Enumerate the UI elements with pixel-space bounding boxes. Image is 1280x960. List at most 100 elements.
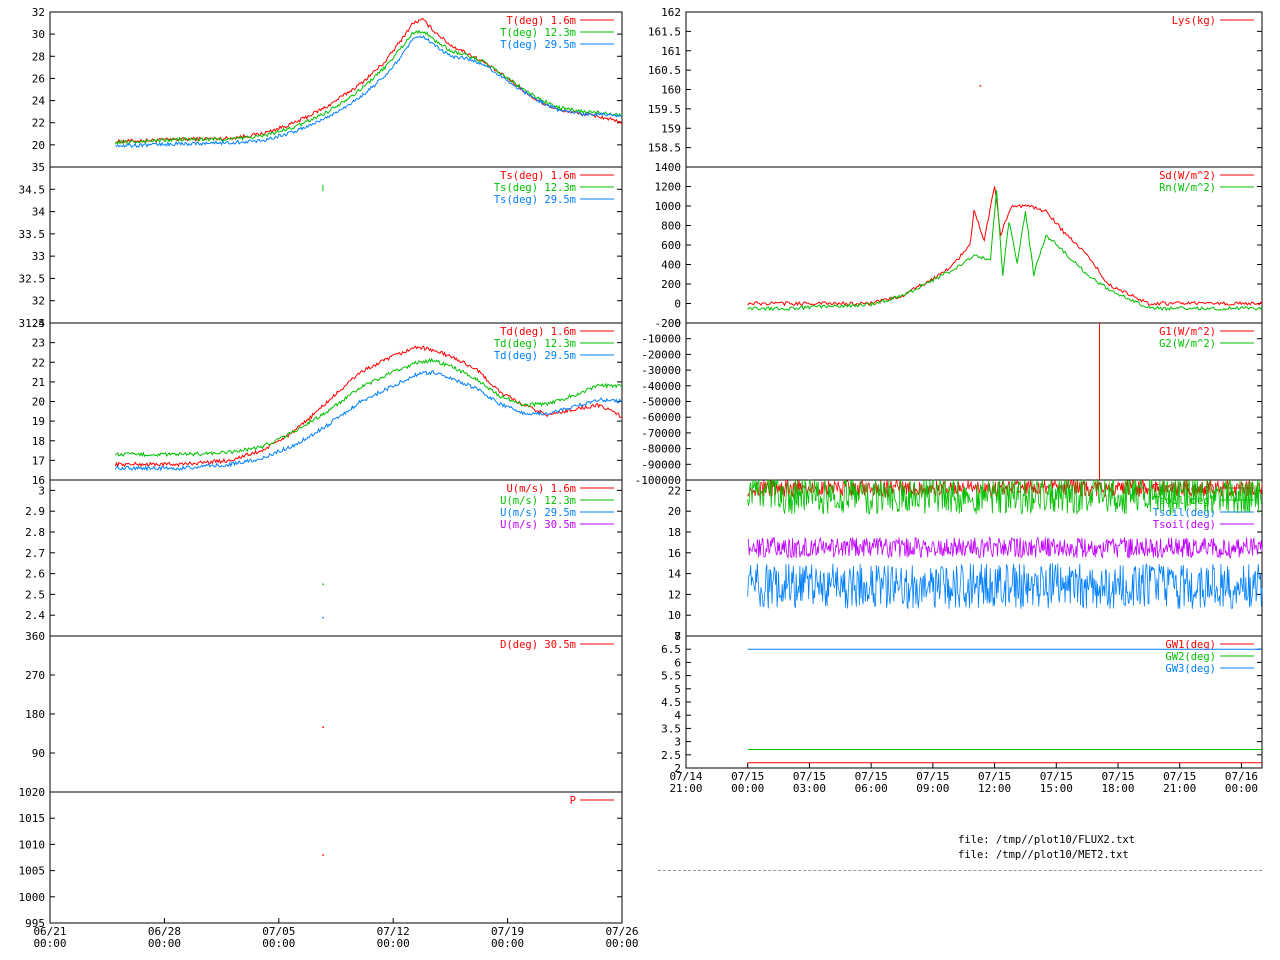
td-legend-label: Td(deg) 12.3m <box>494 338 576 350</box>
p-ytick-label: 1000 <box>19 891 46 904</box>
temp-ytick-label: 20 <box>32 139 45 152</box>
g-ytick-label: -60000 <box>641 411 681 424</box>
tsoil-ytick-label: 22 <box>668 484 681 497</box>
rad-series-0 <box>747 186 1263 307</box>
right-xtick-time: 06:00 <box>855 782 888 795</box>
gw-ytick-label: 6 <box>674 656 681 669</box>
u-legend-label: U(m/s) 1.6m <box>506 483 576 495</box>
dir-point <box>322 726 324 728</box>
temp-ytick-label: 28 <box>32 50 45 63</box>
g-ytick-label: -90000 <box>641 458 681 471</box>
right-xtick-time: 03:00 <box>793 782 826 795</box>
u-legend-label: U(m/s) 12.3m <box>500 495 576 507</box>
u-legend-label: U(m/s) 30.5m <box>500 519 576 531</box>
u-ytick-label: 2.8 <box>25 526 45 539</box>
rad-legend-label: Sd(W/m^2) <box>1159 170 1216 182</box>
u-ytick-label: 3 <box>38 484 45 497</box>
left-xtick-time: 00:00 <box>605 937 638 950</box>
gw-legend-label: GW3(deg) <box>1165 663 1216 675</box>
g-ytick-label: -10000 <box>641 333 681 346</box>
rad-ytick-label: 600 <box>661 239 681 252</box>
gw-ytick-label: 4.5 <box>661 696 681 709</box>
rad-ytick-label: 200 <box>661 278 681 291</box>
multi-panel-plot: 20222426283032T(deg) 1.6mT(deg) 12.3mT(d… <box>19 6 1263 950</box>
right-xtick-time: 12:00 <box>978 782 1011 795</box>
g-ytick-label: -80000 <box>641 443 681 456</box>
g-ytick-label: -30000 <box>641 364 681 377</box>
p-frame <box>49 791 623 924</box>
lys-ytick-label: 159 <box>661 122 681 135</box>
g-ytick-label: -50000 <box>641 396 681 409</box>
lys-point <box>979 85 982 87</box>
tsoil-ytick-label: 12 <box>668 588 681 601</box>
lys-ytick-label: 160.5 <box>648 64 681 77</box>
gw-ytick-label: 3 <box>674 736 681 749</box>
file-label-flux: file: /tmp//plot10/FLUX2.txt <box>958 834 1136 846</box>
u-point <box>322 616 324 619</box>
gw-ytick-label: 3.5 <box>661 722 681 735</box>
rad-ytick-label: 1400 <box>655 161 682 174</box>
p-legend-label: P <box>570 795 576 807</box>
td-ytick-label: 20 <box>32 396 45 409</box>
p-ytick-label: 1005 <box>19 865 46 878</box>
rad-series-1 <box>747 190 1263 312</box>
rad-legend-label: Rn(W/m^2) <box>1159 182 1216 194</box>
td-legend-label: Td(deg) 1.6m <box>500 326 576 338</box>
file-label-met: file: /tmp//plot10/MET2.txt <box>958 849 1129 861</box>
right-xtick-time: 18:00 <box>1101 782 1134 795</box>
td-legend-label: Td(deg) 29.5m <box>494 350 576 362</box>
right-xtick-time: 09:00 <box>916 782 949 795</box>
gw-ytick-label: 6.5 <box>661 643 681 656</box>
lys-ytick-label: 160 <box>661 84 681 97</box>
right-xtick-time: 21:00 <box>1163 782 1196 795</box>
ts-legend-label: Ts(deg) 12.3m <box>494 182 576 194</box>
tsoil-legend-label: Tsoil(deg) <box>1153 507 1216 519</box>
g-ytick-label: 0 <box>674 317 681 330</box>
temp-legend-label: T(deg) 12.3m <box>500 27 576 39</box>
left-xtick-time: 00:00 <box>491 937 524 950</box>
tsoil-ytick-label: 16 <box>668 547 681 560</box>
tsoil-series-2 <box>747 563 1263 610</box>
dir-ytick-label: 90 <box>32 747 45 760</box>
td-ytick-label: 18 <box>32 435 45 448</box>
ts-ytick-label: 32.5 <box>19 272 46 285</box>
td-ytick-label: 23 <box>32 337 45 350</box>
td-series-2 <box>114 369 623 472</box>
u-ytick-label: 2.7 <box>25 547 45 560</box>
p-ytick-label: 1010 <box>19 838 46 851</box>
ts-legend-label: Ts(deg) 1.6m <box>500 170 576 182</box>
temp-ytick-label: 26 <box>32 72 45 85</box>
rad-ytick-label: 1000 <box>655 200 682 213</box>
tsoil-ytick-label: 20 <box>668 505 681 518</box>
temp-ytick-label: 30 <box>32 28 45 41</box>
u-ytick-label: 2.6 <box>25 568 45 581</box>
ts-ytick-label: 33.5 <box>19 228 46 241</box>
lys-ytick-label: 161.5 <box>648 25 681 38</box>
tsoil-legend-label: Tsoil(deg) <box>1153 519 1216 531</box>
g-ytick-label: -20000 <box>641 348 681 361</box>
ts-ytick-label: 33 <box>32 250 45 263</box>
tsoil-series-3 <box>747 535 1263 559</box>
td-series-0 <box>114 345 623 468</box>
dashed-divider <box>658 870 1262 871</box>
left-xtick-time: 00:00 <box>262 937 295 950</box>
tsoil-ytick-label: 10 <box>668 609 681 622</box>
p-ytick-label: 1020 <box>19 786 46 799</box>
g-ytick-label: -70000 <box>641 427 681 440</box>
gw-ytick-label: 5 <box>674 683 681 696</box>
source-files: file: /tmp//plot10/FLUX2.txt file: /tmp/… <box>958 833 1135 863</box>
right-xtick-time: 21:00 <box>669 782 702 795</box>
left-xtick-time: 00:00 <box>33 937 66 950</box>
right-xtick-time: 15:00 <box>1040 782 1073 795</box>
dir-frame <box>49 635 623 793</box>
tsoil-ytick-label: 14 <box>668 568 682 581</box>
u-ytick-label: 2.4 <box>25 609 45 622</box>
p-ytick-label: 1015 <box>19 812 46 825</box>
g-legend-label: G2(W/m^2) <box>1159 338 1216 350</box>
left-xtick-time: 00:00 <box>377 937 410 950</box>
g-legend-label: G1(W/m^2) <box>1159 326 1216 338</box>
dir-ytick-label: 180 <box>25 708 45 721</box>
gw-ytick-label: 2.5 <box>661 749 681 762</box>
temp-series-2 <box>115 35 622 149</box>
rad-ytick-label: 0 <box>674 298 681 311</box>
